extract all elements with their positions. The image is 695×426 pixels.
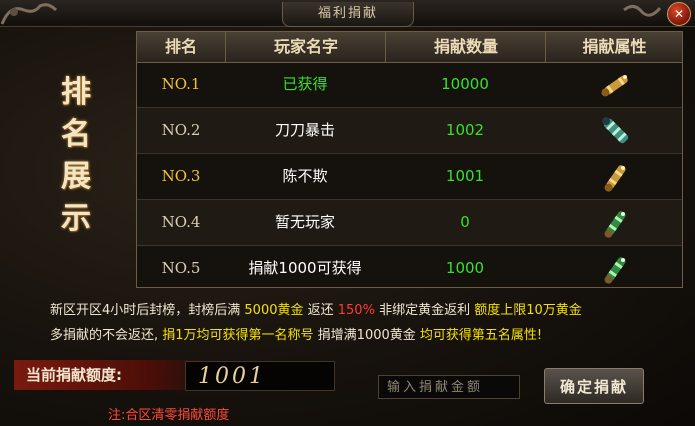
- ranking-display-title: 排 名 展 示: [52, 72, 100, 240]
- header-player-name: 玩家名字: [225, 32, 386, 62]
- rule-text: 返还: [303, 303, 338, 318]
- amount-cell: 1000: [445, 259, 485, 277]
- rule-text: 捐增满1000黄金: [313, 328, 420, 343]
- donation-window: 福利捐献 ✕ 排 名 展 示 排名 玩家名字 捐献数量 捐献属性 NO.1 已获…: [0, 0, 695, 426]
- side-title-char: 名: [61, 117, 91, 152]
- table-row: NO.2 刀刀暴击 1002: [137, 108, 682, 154]
- rule-text: 均可获得第五名属性!: [419, 328, 543, 343]
- rules-line-2: 多捐献的不会返还, 捐1万均可获得第一名称号 捐增满1000黄金 均可获得第五名…: [50, 323, 690, 348]
- rule-text: 额度上限10万黄金: [474, 303, 582, 318]
- player-name-cell: 刀刀暴击: [274, 121, 335, 139]
- amount-cell: 10000: [441, 75, 489, 93]
- rank-cell: NO.1: [161, 75, 201, 93]
- player-name-cell: 暂无玩家: [274, 213, 335, 231]
- rule-text: 捐1万均可获得第一名称号: [162, 328, 314, 343]
- green-scroll-icon[interactable]: [599, 252, 633, 286]
- dragon-ornament-right-icon: [620, 0, 664, 26]
- amount-cell: 1002: [445, 121, 485, 139]
- ranking-table: 排名 玩家名字 捐献数量 捐献属性 NO.1 已获得 10000 NO.2 刀刀…: [136, 31, 683, 288]
- table-row: NO.3 陈不欺 1001: [137, 154, 682, 200]
- close-button[interactable]: ✕: [667, 2, 691, 26]
- table-header: 排名 玩家名字 捐献数量 捐献属性: [137, 32, 682, 63]
- current-amount-label: 当前捐献额度:: [26, 366, 122, 384]
- confirm-donation-button[interactable]: 确定捐献: [544, 368, 644, 404]
- player-name-cell: 已获得: [282, 75, 328, 93]
- gold-scroll-icon[interactable]: [599, 160, 633, 194]
- gold-scroll-icon[interactable]: [599, 68, 633, 102]
- table-row: NO.1 已获得 10000: [137, 62, 682, 108]
- current-amount-value: 1001: [185, 361, 335, 391]
- rank-cell: NO.3: [161, 167, 201, 185]
- header-rank: 排名: [164, 37, 197, 56]
- merge-reset-note: 注:合区清零捐献额度: [108, 408, 230, 423]
- donation-amount-input[interactable]: [378, 375, 520, 399]
- header-donation-attribute: 捐献属性: [545, 32, 683, 62]
- rank-cell: NO.4: [161, 213, 201, 231]
- rules-notes: 新区开区4小时后封榜，封榜后满 5000黄金 返还 150% 非绑定黄金返利 额…: [50, 298, 690, 348]
- rule-text: 150%: [337, 303, 375, 318]
- amount-cell: 1001: [445, 167, 485, 185]
- dragon-ornament-icon: [0, 0, 60, 30]
- table-row: NO.5 捐献1000可获得 1000: [137, 246, 682, 291]
- window-title: 福利捐献: [282, 2, 414, 27]
- rule-text: 新区开区4小时后封榜，封榜后满: [50, 303, 245, 318]
- rules-line-1: 新区开区4小时后封榜，封榜后满 5000黄金 返还 150% 非绑定黄金返利 额…: [50, 298, 690, 323]
- side-title-char: 展: [61, 159, 91, 194]
- table-row: NO.4 暂无玩家 0: [137, 200, 682, 246]
- rule-text: 非绑定黄金返利: [374, 303, 475, 318]
- player-name-cell: 捐献1000可获得: [248, 259, 362, 277]
- teal-scroll-icon[interactable]: [599, 114, 633, 148]
- rule-text: 5000黄金: [244, 303, 304, 318]
- side-title-char: 示: [61, 201, 91, 236]
- green-scroll-icon[interactable]: [599, 206, 633, 240]
- amount-cell: 0: [460, 213, 470, 231]
- rank-cell: NO.2: [161, 121, 201, 139]
- rule-text: 多捐献的不会返还,: [50, 328, 163, 343]
- rank-cell: NO.5: [161, 259, 201, 277]
- side-title-char: 排: [61, 75, 91, 110]
- header-donation-amount: 捐献数量: [385, 32, 546, 62]
- player-name-cell: 陈不欺: [282, 167, 328, 185]
